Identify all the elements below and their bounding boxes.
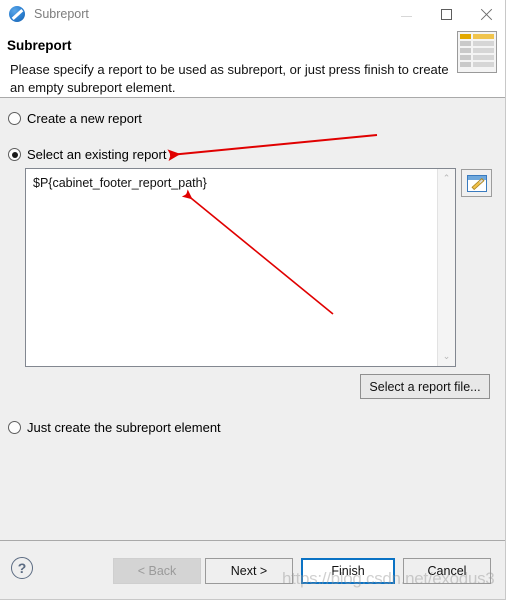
report-document-icon (457, 31, 497, 73)
edit-expression-button[interactable] (461, 169, 492, 197)
scroll-down-icon[interactable]: ⌄ (438, 348, 455, 365)
next-button[interactable]: Next > (205, 558, 293, 584)
page-description: Please specify a report to be used as su… (10, 62, 449, 95)
wizard-header: Subreport Please specify a report to be … (0, 28, 505, 98)
report-path-value[interactable]: $P{cabinet_footer_report_path} (26, 169, 437, 366)
radio-indicator-select-existing[interactable] (8, 148, 21, 161)
maximize-button[interactable] (426, 0, 466, 28)
radio-label-create-new: Create a new report (27, 111, 142, 126)
window-controls (386, 0, 505, 28)
radio-select-an-existing-report[interactable]: Select an existing report (8, 147, 166, 162)
report-path-scrollbar[interactable]: ⌃ ⌄ (437, 169, 455, 366)
select-a-report-file-button[interactable]: Select a report file... (360, 374, 490, 399)
title-bar: Subreport (0, 0, 505, 28)
minimize-button[interactable] (386, 0, 426, 28)
subreport-wizard-dialog: Subreport Subreport Please specify a rep… (0, 0, 506, 600)
help-icon[interactable]: ? (11, 557, 33, 579)
window-title: Subreport (34, 7, 89, 21)
radio-indicator-create-new[interactable] (8, 112, 21, 125)
page-title: Subreport (7, 38, 72, 53)
radio-indicator-just-create[interactable] (8, 421, 21, 434)
back-button[interactable]: < Back (113, 558, 201, 584)
subreport-app-icon (9, 6, 25, 22)
radio-label-just-create: Just create the subreport element (27, 420, 221, 435)
scroll-up-icon[interactable]: ⌃ (438, 170, 455, 187)
radio-create-a-new-report[interactable]: Create a new report (8, 111, 142, 126)
close-button[interactable] (466, 0, 505, 28)
radio-just-create-the-subreport-element[interactable]: Just create the subreport element (8, 420, 221, 435)
radio-label-select-existing: Select an existing report (27, 147, 167, 162)
report-path-textarea[interactable]: $P{cabinet_footer_report_path} ⌃ ⌄ (25, 168, 456, 367)
watermark-text: https://blog.csdn.net/exodus3 (282, 569, 495, 588)
